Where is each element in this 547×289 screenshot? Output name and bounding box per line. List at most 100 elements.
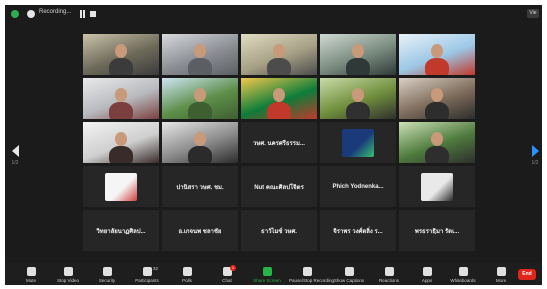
participant-tile[interactable] xyxy=(83,34,159,75)
toolbar-mute-button[interactable]: Mute xyxy=(13,267,49,283)
meeting-toolbar: End Mute Stop Video Security Participants 32… xyxy=(5,263,542,285)
participant-name: ธาวัไมซ์ วษศ. xyxy=(261,228,297,235)
share-screen-icon xyxy=(262,267,272,276)
participant-name: Phich Yodnenka... xyxy=(332,183,384,190)
toolbar-apps-button[interactable]: Apps xyxy=(409,267,445,283)
pause-recording-icon[interactable] xyxy=(79,10,86,18)
participant-count: 32 xyxy=(153,266,159,271)
participant-tile[interactable]: พรธราธฺิมา รัตเ... xyxy=(399,210,475,251)
participant-tile[interactable] xyxy=(399,166,475,207)
participant-head xyxy=(273,44,285,58)
participant-video xyxy=(162,122,238,163)
stop-recording-icon[interactable] xyxy=(90,11,96,17)
participant-silhouette xyxy=(109,146,133,163)
participant-tile[interactable] xyxy=(241,34,317,75)
participant-tile[interactable] xyxy=(399,78,475,119)
participant-video xyxy=(83,78,159,119)
participant-name: ปานิสรา วษศ. ชม. xyxy=(176,184,224,191)
toolbar-reactions-button[interactable]: Reactions xyxy=(371,267,407,283)
toolbar-label: More xyxy=(495,278,507,283)
shield-icon xyxy=(102,267,112,276)
participants-icon xyxy=(142,267,152,276)
participant-tile[interactable] xyxy=(83,166,159,207)
participant-tile[interactable] xyxy=(399,34,475,75)
reactions-icon xyxy=(384,267,394,276)
participant-tile[interactable]: อ.เกจนพ ชลาชัย xyxy=(162,210,238,251)
participant-head xyxy=(194,132,206,146)
toolbar-label: Chat xyxy=(222,278,232,283)
participant-video xyxy=(320,34,396,75)
participant-tile[interactable] xyxy=(162,122,238,163)
top-bar: Recording... Vie xyxy=(5,5,542,23)
participant-head xyxy=(431,44,443,58)
participant-tile[interactable] xyxy=(83,122,159,163)
participant-tile[interactable]: ธาวัไมซ์ วษศ. xyxy=(241,210,317,251)
security-status-icon[interactable] xyxy=(11,10,19,18)
toolbar-label: Reactions xyxy=(378,278,399,283)
participant-tile[interactable]: ปานิสรา วษศ. ชม. xyxy=(162,166,238,207)
participant-tile[interactable]: จิราพร วงศ์ตลิ่ง ร... xyxy=(320,210,396,251)
toolbar-more-button[interactable]: More xyxy=(483,267,519,283)
participant-tile[interactable] xyxy=(320,78,396,119)
zoom-meeting-window: Recording... Vie 1/2 1/2 วษศ. นครศรีธรรม… xyxy=(5,5,542,285)
participant-head xyxy=(115,44,127,58)
participant-tile[interactable] xyxy=(399,122,475,163)
participant-tile[interactable]: Phich Yodnenka... xyxy=(320,166,396,207)
profile-picture xyxy=(421,172,453,201)
participant-tile[interactable]: วษศ. นครศรีธรรม... xyxy=(241,122,317,163)
previous-page-button[interactable]: 1/2 xyxy=(8,145,22,166)
participant-tile[interactable] xyxy=(241,78,317,119)
participant-tile[interactable]: วิทยาลัยนาฏศิลป... xyxy=(83,210,159,251)
participant-video xyxy=(83,34,159,75)
toolbar-show-captions-button[interactable]: Show Captions xyxy=(331,267,367,283)
participant-name: พรธราธฺิมา รัตเ... xyxy=(414,228,460,235)
toolbar-participants-button[interactable]: Participants 32 xyxy=(129,266,165,283)
toolbar-whiteboards-button[interactable]: Whiteboards xyxy=(445,267,481,283)
participant-name: จิราพร วงศ์ตลิ่ง ร... xyxy=(333,228,383,235)
toolbar-stop-video-button[interactable]: Stop Video xyxy=(50,267,86,283)
participant-name: อ.เกจนพ ชลาชัย xyxy=(178,228,222,235)
participant-tile[interactable]: Nut คณะศิลปโจิตร xyxy=(241,166,317,207)
more-icon xyxy=(496,267,506,276)
page-indicator-left: 1/2 xyxy=(11,160,19,166)
recording-label: Recording... xyxy=(39,9,72,15)
participant-silhouette xyxy=(267,102,291,119)
toolbar-label: Mute xyxy=(25,278,36,283)
participant-tile[interactable] xyxy=(320,34,396,75)
chat-badge: 1 xyxy=(230,265,236,271)
participant-video xyxy=(399,34,475,75)
toolbar-label: Stop Video xyxy=(57,278,79,283)
participant-tile[interactable] xyxy=(320,122,396,163)
toolbar-share-screen-button[interactable]: Share Screen xyxy=(249,267,285,283)
page-indicator-right: 1/2 xyxy=(531,160,539,166)
view-button[interactable]: Vie xyxy=(527,9,539,18)
end-meeting-button[interactable]: End xyxy=(518,269,536,280)
participant-silhouette xyxy=(109,58,133,75)
participant-video xyxy=(162,34,238,75)
arrow-right-icon xyxy=(531,145,539,157)
participant-tile[interactable] xyxy=(83,78,159,119)
participant-video xyxy=(241,78,317,119)
participant-tile[interactable] xyxy=(162,34,238,75)
toolbar-chat-button[interactable]: Chat 1 xyxy=(209,265,245,283)
toolbar-polls-button[interactable]: Polls xyxy=(169,267,205,283)
toolbar-label: Participants xyxy=(135,278,159,283)
participant-video xyxy=(399,122,475,163)
toolbar-pause-stop-recording-button[interactable]: Pause/Stop Recording xyxy=(289,267,334,283)
recording-icon xyxy=(27,10,35,18)
profile-picture xyxy=(105,172,137,201)
participant-tile[interactable] xyxy=(162,78,238,119)
next-page-button[interactable]: 1/2 xyxy=(528,145,542,166)
toolbar-label: Share Screen xyxy=(253,278,281,283)
toolbar-label: Apps xyxy=(421,278,433,283)
participant-silhouette xyxy=(425,146,449,163)
arrow-left-icon xyxy=(11,145,19,157)
participant-video xyxy=(320,78,396,119)
participant-video xyxy=(399,78,475,119)
participant-silhouette xyxy=(109,102,133,119)
toolbar-label: Security xyxy=(98,278,116,283)
participant-head xyxy=(352,88,364,102)
toolbar-security-button[interactable]: Security xyxy=(89,267,125,283)
polls-icon xyxy=(182,267,192,276)
participant-head xyxy=(115,88,127,102)
